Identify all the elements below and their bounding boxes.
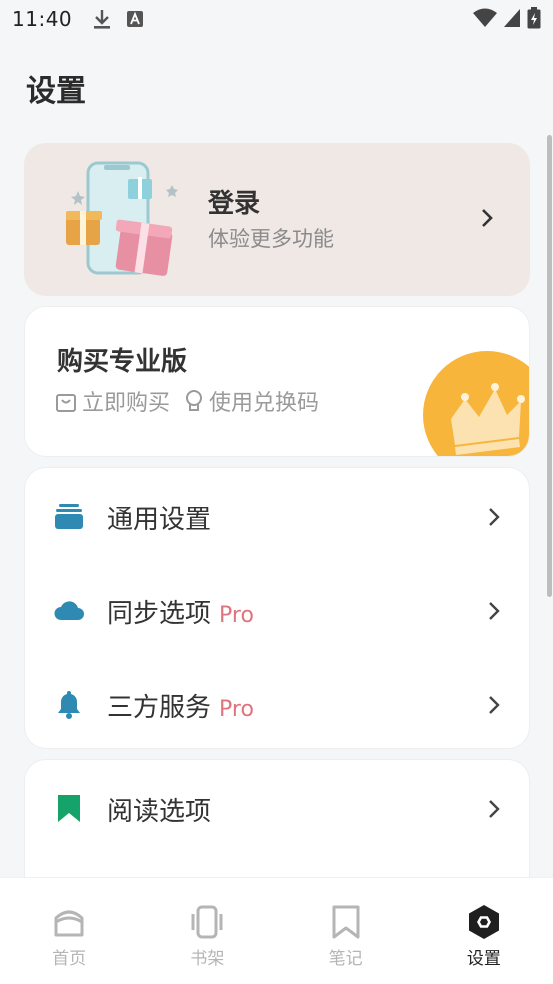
nav-label-notes: 笔记	[328, 949, 363, 969]
nav-item-home[interactable]: 首页	[0, 878, 138, 984]
home-icon	[54, 910, 84, 937]
settings-row-sync[interactable]: 同步选项 Pro	[25, 562, 531, 656]
settings-row-reading-label: 阅读选项	[107, 797, 212, 827]
shopping-bag-icon	[56, 394, 76, 412]
settings-row-third-party-label: 三方服务 Pro	[107, 693, 254, 723]
settings-card: 通用设置 同步选项 Pro 三方服务 Pro	[24, 467, 530, 749]
login-card[interactable]: 登录 体验更多功能	[24, 143, 530, 296]
nav-item-notes[interactable]: 笔记	[277, 878, 415, 984]
a-badge-icon	[127, 11, 144, 27]
login-title: 登录	[208, 189, 261, 219]
pro-title: 购买专业版	[57, 347, 188, 377]
bookmark-outline-icon	[332, 905, 360, 939]
chevron-right-icon	[489, 696, 500, 714]
settings-row-reading[interactable]: 阅读选项	[25, 760, 531, 854]
chevron-right-icon	[489, 508, 500, 526]
buy-now-link[interactable]: 立即购买	[55, 385, 170, 417]
download-icon	[94, 10, 111, 29]
pro-tag: Pro	[219, 697, 254, 722]
settings-row-general-label: 通用设置	[107, 505, 212, 535]
bookmark-icon	[58, 795, 80, 822]
redeem-code-label: 使用兑换码	[209, 391, 320, 416]
settings-row-sync-label: 同步选项 Pro	[107, 599, 254, 629]
redeem-code-link[interactable]: 使用兑换码	[184, 385, 319, 417]
settings-row-general[interactable]: 通用设置	[25, 468, 531, 562]
nav-label-settings: 设置	[466, 949, 501, 969]
nav-item-settings[interactable]: 设置	[415, 878, 553, 984]
bell-icon	[58, 691, 80, 719]
crown-badge-icon	[423, 351, 529, 456]
page-title: 设置	[26, 74, 86, 109]
chevron-right-icon	[482, 209, 493, 227]
nav-item-bookshelf[interactable]: 书架	[138, 878, 276, 984]
settings-row-third-party[interactable]: 三方服务 Pro	[25, 656, 531, 750]
gift-phone-illustration	[66, 161, 178, 276]
layers-icon	[55, 504, 83, 529]
cloud-icon	[54, 601, 84, 620]
scrollbar[interactable]	[547, 135, 552, 597]
signal-icon	[504, 9, 520, 27]
hexagon-settings-icon	[468, 905, 499, 939]
chevron-right-icon	[489, 800, 500, 818]
bookshelf-icon	[191, 905, 223, 939]
wifi-icon	[473, 8, 497, 27]
nav-label-home: 首页	[52, 949, 87, 969]
bottom-nav: 首页 书架 笔记 设置	[0, 877, 553, 984]
battery-icon	[527, 7, 541, 29]
pro-card[interactable]: 购买专业版 立即购买 使用兑换码	[24, 306, 530, 457]
pro-tag: Pro	[219, 603, 254, 628]
buy-now-label: 立即购买	[82, 391, 171, 416]
bulb-icon	[186, 390, 203, 411]
login-subtitle: 体验更多功能	[208, 227, 334, 251]
status-bar: 11:40	[0, 0, 553, 38]
nav-label-bookshelf: 书架	[190, 949, 225, 969]
status-time: 11:40	[12, 7, 73, 31]
chevron-right-icon	[489, 602, 500, 620]
